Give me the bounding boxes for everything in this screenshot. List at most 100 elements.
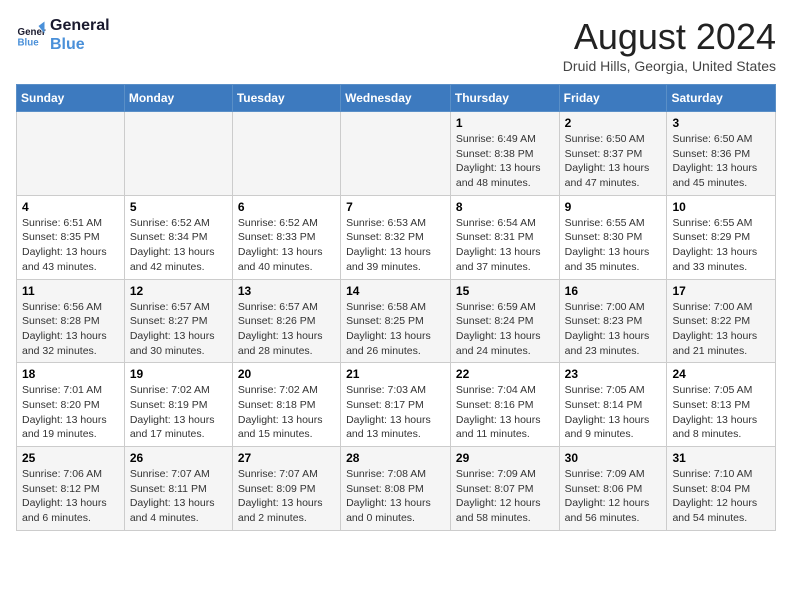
daylight-label: Daylight: 13 hours and 13 minutes. (346, 414, 431, 441)
sunset-label: Sunset: 8:16 PM (456, 399, 534, 411)
day-number: 3 (672, 116, 770, 130)
day-info: Sunrise: 6:58 AM Sunset: 8:25 PM Dayligh… (346, 300, 445, 359)
daylight-label: Daylight: 13 hours and 35 minutes. (565, 246, 650, 273)
calendar-cell: 7 Sunrise: 6:53 AM Sunset: 8:32 PM Dayli… (341, 195, 451, 279)
location: Druid Hills, Georgia, United States (563, 58, 776, 74)
sunrise-label: Sunrise: 7:03 AM (346, 384, 426, 396)
calendar-cell: 17 Sunrise: 7:00 AM Sunset: 8:22 PM Dayl… (667, 279, 776, 363)
sunrise-label: Sunrise: 7:00 AM (565, 301, 645, 313)
day-number: 18 (22, 367, 119, 381)
day-info: Sunrise: 7:00 AM Sunset: 8:23 PM Dayligh… (565, 300, 662, 359)
calendar-cell: 23 Sunrise: 7:05 AM Sunset: 8:14 PM Dayl… (559, 363, 667, 447)
calendar-cell: 27 Sunrise: 7:07 AM Sunset: 8:09 PM Dayl… (232, 447, 340, 531)
day-info: Sunrise: 6:52 AM Sunset: 8:33 PM Dayligh… (238, 216, 335, 275)
sunset-label: Sunset: 8:27 PM (130, 315, 208, 327)
calendar-cell: 28 Sunrise: 7:08 AM Sunset: 8:08 PM Dayl… (341, 447, 451, 531)
day-number: 19 (130, 367, 227, 381)
sunset-label: Sunset: 8:04 PM (672, 483, 750, 495)
calendar-cell: 25 Sunrise: 7:06 AM Sunset: 8:12 PM Dayl… (17, 447, 125, 531)
daylight-label: Daylight: 13 hours and 21 minutes. (672, 330, 757, 357)
sunset-label: Sunset: 8:35 PM (22, 231, 100, 243)
day-number: 2 (565, 116, 662, 130)
daylight-label: Daylight: 13 hours and 43 minutes. (22, 246, 107, 273)
calendar-cell: 14 Sunrise: 6:58 AM Sunset: 8:25 PM Dayl… (341, 279, 451, 363)
calendar-cell (17, 112, 125, 196)
sunset-label: Sunset: 8:23 PM (565, 315, 643, 327)
calendar-week-row: 4 Sunrise: 6:51 AM Sunset: 8:35 PM Dayli… (17, 195, 776, 279)
sunrise-label: Sunrise: 6:55 AM (565, 217, 645, 229)
daylight-label: Daylight: 13 hours and 9 minutes. (565, 414, 650, 441)
day-number: 26 (130, 451, 227, 465)
day-info: Sunrise: 7:05 AM Sunset: 8:13 PM Dayligh… (672, 383, 770, 442)
daylight-label: Daylight: 13 hours and 39 minutes. (346, 246, 431, 273)
weekday-header: Thursday (450, 85, 559, 112)
sunset-label: Sunset: 8:38 PM (456, 148, 534, 160)
day-info: Sunrise: 7:05 AM Sunset: 8:14 PM Dayligh… (565, 383, 662, 442)
day-number: 25 (22, 451, 119, 465)
sunset-label: Sunset: 8:29 PM (672, 231, 750, 243)
sunrise-label: Sunrise: 7:09 AM (456, 468, 536, 480)
sunset-label: Sunset: 8:19 PM (130, 399, 208, 411)
calendar-cell: 15 Sunrise: 6:59 AM Sunset: 8:24 PM Dayl… (450, 279, 559, 363)
day-info: Sunrise: 6:51 AM Sunset: 8:35 PM Dayligh… (22, 216, 119, 275)
daylight-label: Daylight: 13 hours and 33 minutes. (672, 246, 757, 273)
daylight-label: Daylight: 13 hours and 42 minutes. (130, 246, 215, 273)
day-number: 30 (565, 451, 662, 465)
day-number: 21 (346, 367, 445, 381)
sunrise-label: Sunrise: 7:06 AM (22, 468, 102, 480)
calendar-cell: 1 Sunrise: 6:49 AM Sunset: 8:38 PM Dayli… (450, 112, 559, 196)
day-info: Sunrise: 6:56 AM Sunset: 8:28 PM Dayligh… (22, 300, 119, 359)
sunrise-label: Sunrise: 7:04 AM (456, 384, 536, 396)
day-info: Sunrise: 7:01 AM Sunset: 8:20 PM Dayligh… (22, 383, 119, 442)
sunrise-label: Sunrise: 7:05 AM (672, 384, 752, 396)
day-info: Sunrise: 6:57 AM Sunset: 8:27 PM Dayligh… (130, 300, 227, 359)
day-info: Sunrise: 7:08 AM Sunset: 8:08 PM Dayligh… (346, 467, 445, 526)
day-number: 31 (672, 451, 770, 465)
day-info: Sunrise: 7:10 AM Sunset: 8:04 PM Dayligh… (672, 467, 770, 526)
daylight-label: Daylight: 13 hours and 32 minutes. (22, 330, 107, 357)
calendar-cell: 9 Sunrise: 6:55 AM Sunset: 8:30 PM Dayli… (559, 195, 667, 279)
sunrise-label: Sunrise: 6:51 AM (22, 217, 102, 229)
day-info: Sunrise: 7:00 AM Sunset: 8:22 PM Dayligh… (672, 300, 770, 359)
calendar-week-row: 18 Sunrise: 7:01 AM Sunset: 8:20 PM Dayl… (17, 363, 776, 447)
day-info: Sunrise: 6:59 AM Sunset: 8:24 PM Dayligh… (456, 300, 554, 359)
sunset-label: Sunset: 8:20 PM (22, 399, 100, 411)
sunset-label: Sunset: 8:25 PM (346, 315, 424, 327)
daylight-label: Daylight: 13 hours and 0 minutes. (346, 497, 431, 524)
daylight-label: Daylight: 13 hours and 28 minutes. (238, 330, 323, 357)
calendar-week-row: 25 Sunrise: 7:06 AM Sunset: 8:12 PM Dayl… (17, 447, 776, 531)
sunrise-label: Sunrise: 7:08 AM (346, 468, 426, 480)
sunrise-label: Sunrise: 7:02 AM (130, 384, 210, 396)
day-info: Sunrise: 6:57 AM Sunset: 8:26 PM Dayligh… (238, 300, 335, 359)
sunrise-label: Sunrise: 6:50 AM (672, 133, 752, 145)
sunrise-label: Sunrise: 6:58 AM (346, 301, 426, 313)
sunset-label: Sunset: 8:33 PM (238, 231, 316, 243)
day-number: 9 (565, 200, 662, 214)
svg-text:Blue: Blue (18, 38, 40, 49)
day-info: Sunrise: 7:02 AM Sunset: 8:19 PM Dayligh… (130, 383, 227, 442)
sunset-label: Sunset: 8:31 PM (456, 231, 534, 243)
weekday-header: Monday (124, 85, 232, 112)
day-info: Sunrise: 7:07 AM Sunset: 8:09 PM Dayligh… (238, 467, 335, 526)
day-number: 6 (238, 200, 335, 214)
day-info: Sunrise: 6:52 AM Sunset: 8:34 PM Dayligh… (130, 216, 227, 275)
sunrise-label: Sunrise: 6:53 AM (346, 217, 426, 229)
day-number: 23 (565, 367, 662, 381)
sunrise-label: Sunrise: 6:57 AM (130, 301, 210, 313)
logo-blue: Blue (50, 35, 110, 54)
day-number: 8 (456, 200, 554, 214)
sunset-label: Sunset: 8:09 PM (238, 483, 316, 495)
day-number: 15 (456, 284, 554, 298)
calendar-week-row: 11 Sunrise: 6:56 AM Sunset: 8:28 PM Dayl… (17, 279, 776, 363)
day-number: 29 (456, 451, 554, 465)
day-number: 4 (22, 200, 119, 214)
sunset-label: Sunset: 8:18 PM (238, 399, 316, 411)
calendar-cell: 5 Sunrise: 6:52 AM Sunset: 8:34 PM Dayli… (124, 195, 232, 279)
day-info: Sunrise: 6:55 AM Sunset: 8:29 PM Dayligh… (672, 216, 770, 275)
daylight-label: Daylight: 13 hours and 11 minutes. (456, 414, 541, 441)
day-number: 16 (565, 284, 662, 298)
daylight-label: Daylight: 13 hours and 45 minutes. (672, 162, 757, 189)
day-info: Sunrise: 7:03 AM Sunset: 8:17 PM Dayligh… (346, 383, 445, 442)
daylight-label: Daylight: 12 hours and 56 minutes. (565, 497, 650, 524)
calendar-cell: 2 Sunrise: 6:50 AM Sunset: 8:37 PM Dayli… (559, 112, 667, 196)
